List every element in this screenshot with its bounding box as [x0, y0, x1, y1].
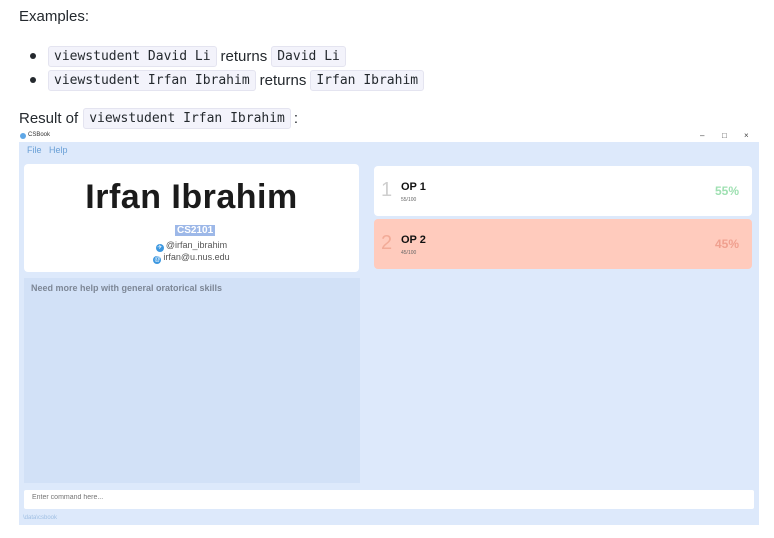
close-button[interactable]: ×: [744, 130, 749, 142]
examples-list: viewstudent David Li returns David Li vi…: [30, 44, 425, 92]
test-index: 2: [381, 232, 393, 254]
result-code: David Li: [271, 45, 346, 67]
result-prefix: Result of: [19, 110, 79, 127]
app-logo-icon: [20, 133, 26, 139]
result-caption: Result of viewstudent Irfan Ibrahim :: [19, 108, 298, 129]
test-score: 55/100: [401, 197, 417, 203]
student-card: Irfan Ibrahim CS2101 ✈ @irfan_ibrahim @ ir…: [24, 164, 359, 272]
result-suffix: :: [293, 110, 299, 127]
email-icon: @: [153, 256, 162, 264]
telegram-icon: ✈: [155, 244, 164, 252]
test-card[interactable]: 2 OP 2 45/100 45%: [374, 219, 752, 269]
command-code: viewstudent Irfan Ibrahim: [48, 69, 256, 91]
command-box[interactable]: [24, 490, 754, 509]
examples-heading: Examples:: [19, 8, 90, 25]
test-card[interactable]: 1 OP 1 55/100 55%: [374, 166, 752, 216]
minimize-button[interactable]: –: [700, 130, 704, 142]
app-window-screenshot: CSBook – □ × File Help Irfan Ibrahim CS2…: [19, 130, 759, 525]
student-note: Need more help with general oratorical s…: [31, 283, 223, 293]
email-contact: @ irfan@u.nus.edu: [24, 252, 359, 264]
result-command-code: viewstudent Irfan Ibrahim: [83, 108, 291, 129]
title-bar: CSBook – □ ×: [19, 130, 759, 142]
menu-help[interactable]: Help: [49, 145, 68, 155]
test-index: 1: [381, 179, 393, 201]
returns-text: returns: [259, 71, 307, 89]
test-name: OP 1: [401, 181, 426, 193]
test-score: 45/100: [401, 250, 417, 256]
command-code: viewstudent David Li: [48, 45, 217, 67]
returns-text: returns: [220, 47, 268, 65]
student-note-panel: Need more help with general oratorical s…: [24, 278, 360, 483]
test-percent: 45%: [714, 237, 739, 251]
command-input[interactable]: [30, 493, 734, 502]
maximize-button[interactable]: □: [722, 130, 727, 142]
menu-file[interactable]: File: [27, 145, 42, 155]
result-code: Irfan Ibrahim: [310, 69, 425, 91]
list-item: viewstudent Irfan Ibrahim returns Irfan …: [30, 68, 425, 92]
module-tag: CS2101: [175, 225, 216, 236]
status-bar-path: \data\csbook: [23, 515, 58, 521]
list-item: viewstudent David Li returns David Li: [30, 44, 424, 68]
test-percent: 55%: [714, 184, 739, 198]
bullet-icon: [30, 77, 36, 83]
test-name: OP 2: [401, 234, 426, 246]
student-name: Irfan Ibrahim: [85, 178, 298, 216]
email-address: irfan@u.nus.edu: [163, 252, 230, 262]
bullet-icon: [30, 53, 36, 59]
telegram-handle: @irfan_ibrahim: [165, 240, 228, 250]
menu-bar: File Help: [19, 142, 759, 158]
telegram-contact: ✈ @irfan_ibrahim: [24, 240, 359, 252]
app-title: CSBook: [28, 132, 51, 138]
